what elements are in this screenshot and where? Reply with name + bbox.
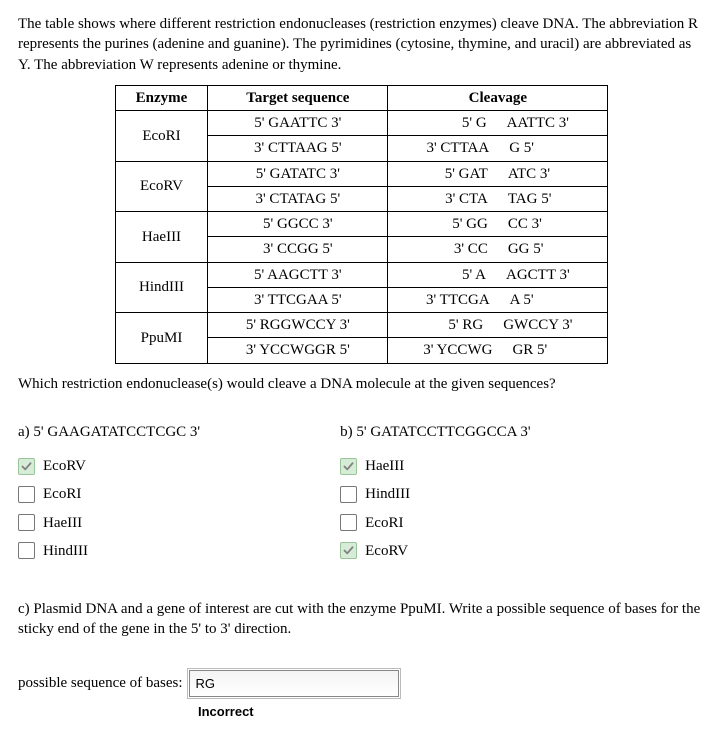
enzyme-name: HaeIII (115, 212, 208, 263)
target-seq: 5' GATATC 3' (208, 161, 388, 186)
enzyme-name: EcoRI (115, 111, 208, 162)
enzyme-name: HindIII (115, 262, 208, 313)
th-cleavage: Cleavage (388, 85, 608, 110)
checkbox[interactable] (340, 458, 357, 475)
enzyme-table: Enzyme Target sequence Cleavage EcoRI5' … (115, 85, 609, 364)
cleavage-seq: 3' CTTAAG 5' (388, 136, 608, 161)
cleavage-seq: 3' CCGG 5' (388, 237, 608, 262)
part-a-label: a) 5' GAAGATATCCTCGC 3' (18, 422, 200, 442)
target-seq: 3' YCCWGGR 5' (208, 338, 388, 363)
option-row: EcoRV (340, 541, 530, 561)
th-target: Target sequence (208, 85, 388, 110)
target-seq: 3' CCGG 5' (208, 237, 388, 262)
checkbox[interactable] (18, 486, 35, 503)
target-seq: 3' TTCGAA 5' (208, 287, 388, 312)
option-label: EcoRV (365, 541, 408, 561)
checkbox[interactable] (340, 514, 357, 531)
target-seq: 5' RGGWCCY 3' (208, 313, 388, 338)
cleavage-seq: 5' RGGWCCY 3' (388, 313, 608, 338)
answer-field-label: possible sequence of bases: (18, 673, 183, 693)
checkbox[interactable] (18, 514, 35, 531)
checkbox[interactable] (340, 542, 357, 559)
answer-input[interactable] (189, 670, 399, 697)
checkbox[interactable] (18, 458, 35, 475)
part-b-label: b) 5' GATATCCTTCGGCCA 3' (340, 422, 530, 442)
target-seq: 3' CTTAAG 5' (208, 136, 388, 161)
feedback-text: Incorrect (198, 703, 705, 721)
checkbox[interactable] (340, 486, 357, 503)
target-seq: 3' CTATAG 5' (208, 186, 388, 211)
part-c-text: c) Plasmid DNA and a gene of interest ar… (18, 599, 705, 640)
option-row: HaeIII (340, 456, 530, 476)
option-label: HindIII (365, 484, 410, 504)
cleavage-seq: 3' TTCGAA 5' (388, 287, 608, 312)
enzyme-name: PpuMI (115, 313, 208, 364)
intro-text: The table shows where different restrict… (18, 14, 705, 75)
option-row: HindIII (18, 541, 200, 561)
checkbox[interactable] (18, 542, 35, 559)
cleavage-seq: 5' GAATTC 3' (388, 111, 608, 136)
cleavage-seq: 5' GATATC 3' (388, 161, 608, 186)
target-seq: 5' GGCC 3' (208, 212, 388, 237)
question-text: Which restriction endonuclease(s) would … (18, 374, 705, 394)
enzyme-name: EcoRV (115, 161, 208, 212)
option-row: HaeIII (18, 513, 200, 533)
option-row: EcoRV (18, 456, 200, 476)
option-row: HindIII (340, 484, 530, 504)
part-a: a) 5' GAAGATATCCTCGC 3' EcoRV EcoRI HaeIII… (18, 422, 200, 569)
th-enzyme: Enzyme (115, 85, 208, 110)
target-seq: 5' GAATTC 3' (208, 111, 388, 136)
option-label: HaeIII (43, 513, 82, 533)
target-seq: 5' AAGCTT 3' (208, 262, 388, 287)
option-label: HaeIII (365, 456, 404, 476)
part-b: b) 5' GATATCCTTCGGCCA 3' HaeIII HindIII Ec… (340, 422, 530, 569)
option-label: EcoRI (43, 484, 81, 504)
option-label: EcoRI (365, 513, 403, 533)
cleavage-seq: 3' YCCWGGR 5' (388, 338, 608, 363)
cleavage-seq: 5' AAGCTT 3' (388, 262, 608, 287)
option-row: EcoRI (340, 513, 530, 533)
option-label: HindIII (43, 541, 88, 561)
option-row: EcoRI (18, 484, 200, 504)
cleavage-seq: 3' CTATAG 5' (388, 186, 608, 211)
option-label: EcoRV (43, 456, 86, 476)
cleavage-seq: 5' GGCC 3' (388, 212, 608, 237)
